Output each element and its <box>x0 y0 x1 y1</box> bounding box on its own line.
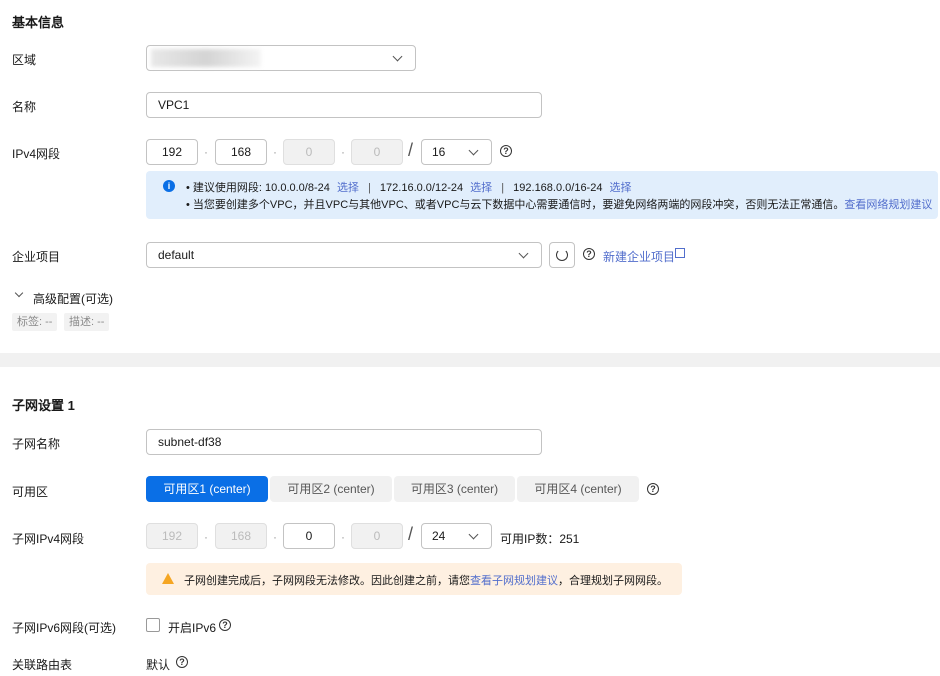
enterprise-project-select[interactable]: default <box>146 242 542 268</box>
info-seg-3: 192.168.0.0/16-24 <box>513 182 603 194</box>
info-conflict-text: 当您要创建多个VPC，并且VPC与其他VPC、或者VPC与云下数据中心需要通信时… <box>192 199 845 211</box>
section-title-subnet: 子网设置 1 <box>12 398 75 413</box>
ipv4-octet-3: 0 <box>283 139 335 165</box>
warning-text: 子网创建完成后，子网网段无法修改。因此创建之前，请您查看子网规划建议，合理规划子… <box>184 572 668 588</box>
external-link-icon <box>675 248 685 258</box>
subnet-octet-2: 168 <box>215 523 267 549</box>
az-option-4[interactable]: 可用区4 (center) <box>517 476 639 502</box>
ipv4-octet-2[interactable]: 168 <box>215 139 267 165</box>
name-label: 名称 <box>12 100 37 114</box>
subnet-planning-link[interactable]: 查看子网规划建议 <box>470 575 558 587</box>
subnet-ipv6-label: 子网IPv6网段(可选) <box>12 621 117 635</box>
tag-summary: 标签: -- <box>12 313 58 331</box>
ipv4-mask-value: 16 <box>432 145 446 159</box>
dot-separator: · <box>341 530 345 544</box>
subnet-octet-3[interactable]: 0 <box>283 523 335 549</box>
dot-separator: · <box>341 145 345 159</box>
enterprise-project-value: default <box>158 248 195 262</box>
help-icon[interactable]: ? <box>176 656 188 668</box>
refresh-icon <box>556 249 568 261</box>
info-banner: i • 建议使用网段: 10.0.0.0/8-24 选择 | 172.16.0.… <box>146 171 938 219</box>
warning-text-2: ，合理规划子网网段。 <box>558 575 668 587</box>
slash-separator: / <box>408 140 414 160</box>
available-ip-count: 可用IP数：251 <box>500 532 580 546</box>
ipv4-octet-4: 0 <box>351 139 403 165</box>
region-select[interactable] <box>146 45 416 71</box>
help-icon[interactable]: ? <box>219 619 231 631</box>
info-seg-2: 172.16.0.0/12-24 <box>379 182 464 194</box>
separator: | <box>501 182 505 194</box>
ipv4-label: IPv4网段 <box>12 147 61 161</box>
info-line-2: • 当您要创建多个VPC，并且VPC与其他VPC、或者VPC与云下数据中心需要通… <box>186 199 933 211</box>
subnet-octet-1: 192 <box>146 523 198 549</box>
help-icon[interactable]: ? <box>647 483 659 495</box>
dot-separator: · <box>273 530 277 544</box>
select-link-2[interactable]: 选择 <box>470 182 492 194</box>
slash-separator: / <box>408 524 414 544</box>
dot-separator: · <box>204 145 208 159</box>
info-recommend-text: 建议使用网段: 10.0.0.0/8-24 <box>192 182 330 194</box>
advanced-config-label: 高级配置(可选) <box>33 292 113 306</box>
ipv6-checkbox-label: 开启IPv6 <box>168 621 217 635</box>
subnet-name-label: 子网名称 <box>12 437 61 451</box>
az-option-2[interactable]: 可用区2 (center) <box>270 476 392 502</box>
dot-separator: · <box>204 530 208 544</box>
chevron-down-icon <box>518 248 529 259</box>
az-label: 可用区 <box>12 485 49 499</box>
network-planning-link[interactable]: 查看网络规划建议 <box>844 199 932 211</box>
warning-banner: 子网创建完成后，子网网段无法修改。因此创建之前，请您查看子网规划建议，合理规划子… <box>146 563 682 595</box>
ipv4-octet-1[interactable]: 192 <box>146 139 198 165</box>
refresh-button[interactable] <box>549 242 575 268</box>
info-line-1: • 建议使用网段: 10.0.0.0/8-24 选择 | 172.16.0.0/… <box>186 182 632 194</box>
subnet-mask-select[interactable]: 24 <box>421 523 492 549</box>
description-summary: 描述: -- <box>64 313 110 331</box>
az-option-3[interactable]: 可用区3 (center) <box>394 476 515 502</box>
route-table-label: 关联路由表 <box>12 658 73 672</box>
chevron-down-icon <box>392 51 403 62</box>
az-option-1[interactable]: 可用区1 (center) <box>146 476 268 502</box>
region-value-blurred <box>151 49 261 67</box>
section-title-basic: 基本信息 <box>12 15 65 30</box>
subnet-ipv4-label: 子网IPv4网段 <box>12 532 85 546</box>
chevron-down-icon <box>468 145 479 156</box>
select-link-3[interactable]: 选择 <box>610 182 632 194</box>
new-enterprise-project-link[interactable]: 新建企业项目 <box>603 248 675 265</box>
chevron-down-icon <box>468 529 479 540</box>
dot-separator: · <box>273 145 277 159</box>
help-icon[interactable]: ? <box>583 248 595 260</box>
help-icon[interactable]: ? <box>500 145 512 157</box>
subnet-mask-value: 24 <box>432 529 446 543</box>
info-icon: i <box>163 180 175 192</box>
region-label: 区域 <box>12 53 37 67</box>
warning-icon <box>162 573 174 584</box>
subnet-octet-4: 0 <box>351 523 403 549</box>
separator: | <box>368 182 371 194</box>
section-divider <box>0 353 940 367</box>
ipv4-mask-select[interactable]: 16 <box>421 139 492 165</box>
ipv6-checkbox[interactable] <box>146 618 160 632</box>
subnet-name-input[interactable]: subnet-df38 <box>146 429 542 455</box>
warning-text-1: 子网创建完成后，子网网段无法修改。因此创建之前，请您 <box>184 575 470 587</box>
chevron-down-icon <box>14 288 24 298</box>
route-table-value: 默认 <box>146 658 171 672</box>
vpc-name-input[interactable]: VPC1 <box>146 92 542 118</box>
select-link-1[interactable]: 选择 <box>337 182 359 194</box>
enterprise-project-label: 企业项目 <box>12 250 61 264</box>
